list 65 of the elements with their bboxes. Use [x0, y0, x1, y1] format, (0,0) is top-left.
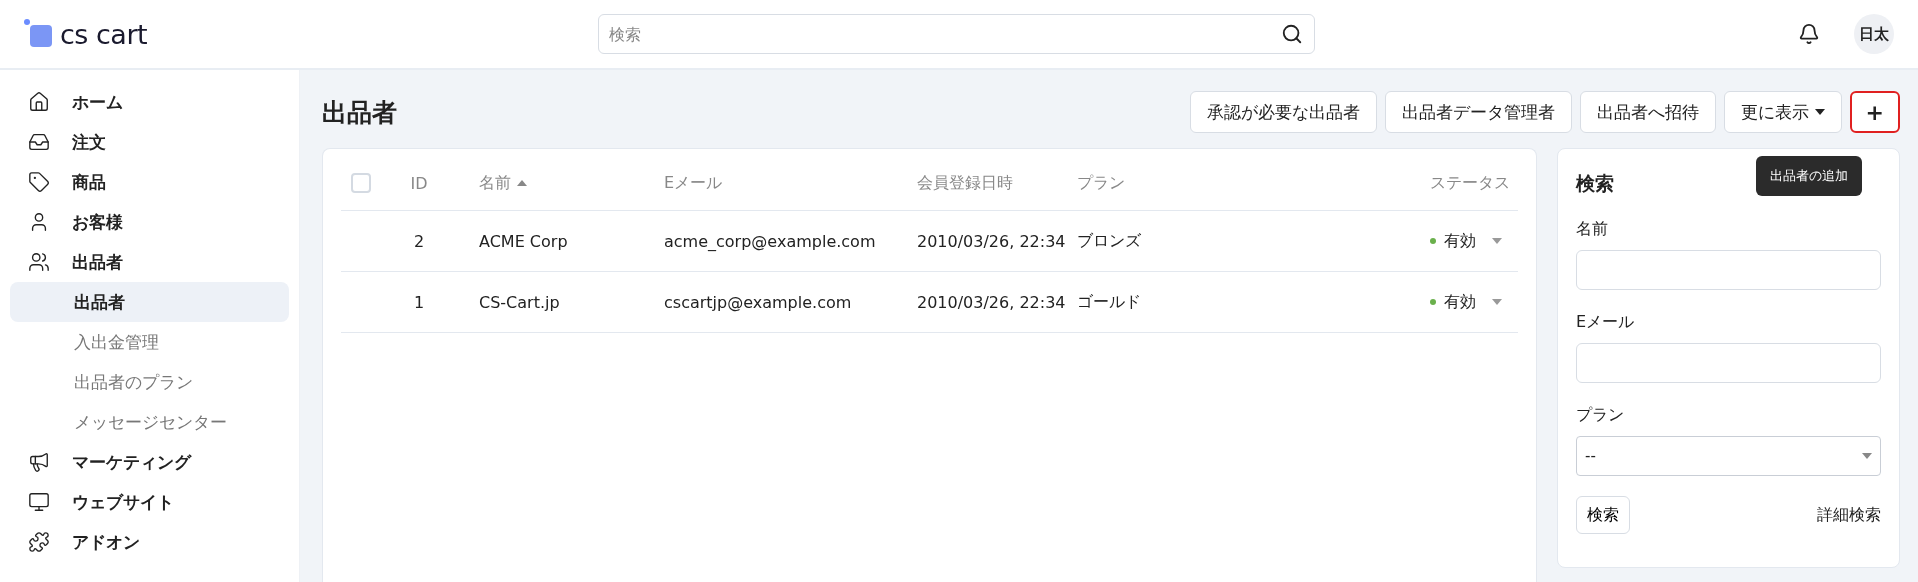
table-cell-text: 2 [412, 231, 426, 251]
toolbar-button[interactable]: 承認が必要な出品者 [1189, 91, 1377, 133]
sidebar-item[interactable]: マーケティング [10, 442, 289, 482]
more-dropdown-button[interactable]: 更に表示 [1723, 91, 1842, 133]
megaphone-icon [28, 451, 50, 473]
input-field[interactable] [1576, 343, 1881, 383]
sidebar-item[interactable]: お客様 [10, 202, 289, 242]
page-title: 出品者 [322, 96, 397, 129]
search-icon[interactable] [1281, 23, 1303, 45]
sidebar-subitem[interactable]: 出品者のプラン [10, 362, 289, 402]
table-cell-text: ゴールド [1077, 291, 1142, 313]
user-avatar[interactable]: 日太 [1854, 14, 1894, 54]
notification-bell-icon[interactable] [1798, 23, 1820, 45]
column-header[interactable]: ステータス [1430, 172, 1510, 194]
sort-ascending-icon [517, 180, 527, 186]
column-header[interactable]: Eメール [664, 172, 723, 194]
toolbar-button[interactable]: 出品者データ管理者 [1384, 91, 1572, 133]
plan-select[interactable]: -- [1576, 436, 1881, 476]
caret-icon [1492, 238, 1502, 244]
sidebar-item[interactable]: 商品 [10, 162, 289, 202]
tooltip: 出品者の追加 [1756, 156, 1862, 196]
select-all-checkbox[interactable] [351, 173, 371, 193]
column-header[interactable]: プラン [1077, 172, 1125, 194]
toolbar-button[interactable]: 出品者へ招待 [1579, 91, 1716, 133]
table-cell-text: 2010/03/26, 22:34 [917, 292, 1067, 312]
tag-icon [28, 171, 50, 193]
logo-icon [24, 19, 52, 49]
search-button[interactable]: 検索 [1576, 496, 1630, 534]
table-cell-text: cscartjp@example.com [664, 292, 853, 312]
column-header[interactable]: 名前 [479, 172, 511, 194]
sidebar-subitem[interactable]: 出品者 [10, 282, 289, 322]
field-label: Eメール [1576, 312, 1636, 333]
logo-text: cs cart [60, 18, 148, 50]
caret-icon [1814, 109, 1825, 115]
column-header[interactable]: 会員登録日時 [917, 172, 1013, 194]
sidebar-subitem[interactable]: 入出金管理 [10, 322, 289, 362]
sidebar-item[interactable]: 注文 [10, 122, 289, 162]
sidebar-item[interactable]: アドオン [10, 522, 289, 562]
advanced-search-link[interactable]: 詳細検索 [1817, 504, 1881, 526]
table-cell-text: ACME Corp [479, 231, 569, 251]
table-cell-text: 1 [412, 292, 426, 312]
sidebar-item[interactable]: ウェブサイト [10, 482, 289, 522]
monitor-icon [28, 491, 50, 513]
panel-title: 検索 [1576, 171, 1614, 196]
home-icon [28, 91, 50, 113]
table-cell-text: acme_corp@example.com [664, 231, 877, 251]
inbox-icon [28, 131, 50, 153]
column-header[interactable]: ID [410, 173, 428, 193]
caret-icon [1492, 299, 1502, 305]
field-label: 名前 [1576, 219, 1609, 240]
table-cell-text: CS-Cart.jp [479, 292, 561, 312]
sidebar-item[interactable]: ホーム [10, 82, 289, 122]
puzzle-icon [28, 531, 50, 553]
table-cell-text: 2010/03/26, 22:34 [917, 231, 1067, 251]
sidebar-item[interactable]: 出品者 [10, 242, 289, 282]
field-label: プラン [1576, 405, 1625, 426]
status-dropdown[interactable]: 有効 [1444, 230, 1476, 252]
input-field[interactable] [1576, 250, 1881, 290]
caret-icon [1862, 453, 1872, 459]
search-field[interactable]: 検索 [598, 14, 1315, 54]
add-button[interactable]: + [1849, 91, 1900, 133]
table-cell-text: ブロンズ [1077, 230, 1142, 252]
status-dropdown[interactable]: 有効 [1444, 291, 1476, 313]
users-icon [28, 251, 50, 273]
sidebar-subitem[interactable]: メッセージセンター [10, 402, 289, 442]
